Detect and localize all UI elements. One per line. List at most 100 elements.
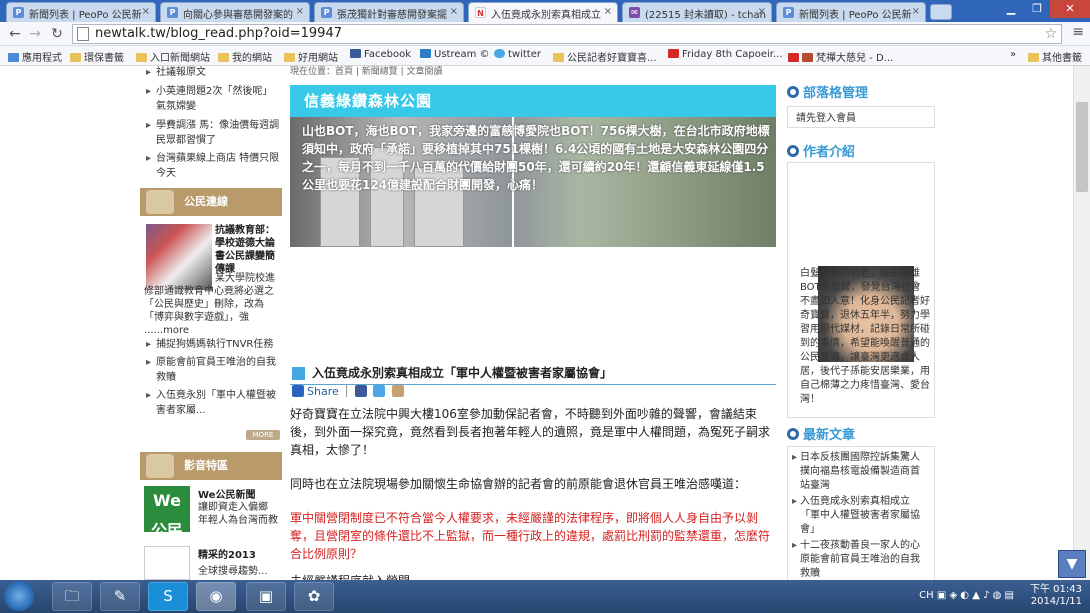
list-item[interactable]: 原能會前官員王唯治的自我救贖: [146, 355, 281, 385]
bookmark-folder[interactable]: 環保書籤: [70, 49, 124, 64]
left-sidebar: 社議報原文 小英連問題2次「然後呢」 氣氛嫦變 學費調漲 馬：像油價每週調 民眾…: [140, 66, 283, 580]
author-box: 白髮智智的初老，經由薦雄BOT案覺醒，發覺台灣社會不盡如人意！化身公民記者好奇寶…: [787, 162, 935, 418]
bookmark-folder[interactable]: 好用網站: [284, 49, 338, 64]
folder-icon: [70, 53, 81, 62]
address-bar[interactable]: newtalk.tw/blog_read.php?oid=19947 ☆: [72, 24, 1062, 44]
twitter-icon: [494, 49, 505, 58]
bookmark-youtube[interactable]: 梵禪大慈兒 - D...: [788, 49, 893, 64]
banner-title: 信義綠鑽森林公園: [304, 92, 433, 110]
scrollbar[interactable]: [1073, 66, 1090, 580]
citizen-link-icon: [146, 190, 174, 214]
tray-icons[interactable]: ▣ ◈ ◐ ▲ ♪ ◍ ▤: [937, 590, 1014, 601]
article-paragraph: 好奇寶寶在立法院中興大樓106室參加動保記者會，不時聽到外面吵雜的聲響，會議結束…: [290, 407, 771, 457]
bookmarks-overflow[interactable]: »: [1010, 49, 1016, 60]
apps-icon: [8, 53, 19, 62]
folder-icon: [218, 53, 229, 62]
close-tab-icon[interactable]: ×: [142, 6, 150, 17]
start-button[interactable]: [4, 581, 34, 611]
more-link[interactable]: more: [163, 325, 189, 336]
scroll-to-top-icon[interactable]: ▼: [1058, 550, 1086, 578]
list-item[interactable]: 台灣蘋果線上商店 特價只限 今天: [146, 151, 281, 181]
peopo-icon: P: [167, 7, 178, 18]
bookmark-facebook[interactable]: Facebook: [350, 49, 411, 60]
twitter-icon[interactable]: [373, 385, 386, 397]
bookmark-apps[interactable]: 應用程式: [8, 49, 62, 64]
facebook-icon[interactable]: [354, 385, 367, 397]
paint-icon[interactable]: ✿: [294, 582, 334, 611]
browser-tab[interactable]: P 張茂獨針對審慈開發案擺 ×: [314, 2, 464, 22]
feature-title[interactable]: 抗議教育部：學校遊德大論書公民課變簡傳課: [215, 224, 281, 276]
breadcrumb: 現在位置：首頁 | 新聞總覽 | 文章閱讀: [290, 67, 443, 77]
folder-icon: [136, 53, 147, 62]
bookmarks-bar: 應用程式 環保書籤 入口新聞網站 我的網站 好用網站 Facebook Ustr…: [0, 46, 1090, 66]
menu-icon[interactable]: ≡: [1072, 24, 1084, 40]
list-item[interactable]: 學費調漲 馬：像油價每週調 民眾都習慣了: [146, 118, 281, 148]
close-tab-icon[interactable]: ×: [912, 6, 920, 17]
scrollbar-thumb[interactable]: [1076, 102, 1088, 192]
main-article: 現在位置：首頁 | 新聞總覽 | 文章閱讀 信義綠鑽森林公園 山也BOT，海也B…: [288, 66, 778, 580]
list-item[interactable]: 捕捉狗媽媽執行TNVR任務: [146, 337, 281, 352]
bookmark-star-icon[interactable]: ☆: [1044, 25, 1057, 43]
new-tab-button[interactable]: [930, 4, 952, 20]
divider: [346, 385, 348, 397]
skype-icon[interactable]: S: [148, 582, 188, 611]
browser-tab[interactable]: P 向關心參與審慈開發案的 ×: [160, 2, 310, 22]
browser-tab-active[interactable]: N 入伍竟成永別索真相成立 ×: [468, 2, 618, 22]
back-icon[interactable]: ←: [6, 25, 24, 43]
app-icon[interactable]: ✎: [100, 582, 140, 611]
newtalk-icon: N: [475, 7, 486, 18]
clock[interactable]: 下午 01:43 2014/1/11: [1030, 584, 1082, 608]
google-thumbnail[interactable]: [144, 546, 190, 580]
minimize-icon[interactable]: ▁: [998, 0, 1024, 18]
more-button[interactable]: MORE: [246, 430, 280, 440]
bookmark-folder[interactable]: 我的網站: [218, 49, 272, 64]
taskbar: 🗀 ✎ S ◉ ▣ ✿ CH ▣ ◈ ◐ ▲ ♪ ◍ ▤ 下午 01:43 20…: [0, 580, 1090, 613]
close-tab-icon[interactable]: ×: [450, 6, 458, 17]
login-link[interactable]: 請先登入會員: [796, 113, 856, 124]
bookmark-twitter[interactable]: twitter: [494, 49, 541, 60]
video-title[interactable]: 精采的2013: [198, 546, 256, 561]
browser-toolbar: ← → ↻ newtalk.tw/blog_read.php?oid=19947…: [0, 22, 1090, 46]
close-tab-icon[interactable]: ×: [604, 6, 612, 17]
plurk-icon[interactable]: [391, 385, 404, 397]
latest-item[interactable]: 十二夜孩動善良一家人的心原能會前官員王唯治的自我救贖: [792, 539, 928, 580]
feature-body: 某大學院校進修部通識教育中心竟將必選之「公民與歷史」刪除，改為「博弈與數字遊戲」…: [144, 273, 275, 336]
browser-tab[interactable]: ✉ (22515 封未讀取) - tchan ×: [622, 2, 772, 22]
bookmark-youtube[interactable]: Friday 8th Capoeir...: [668, 49, 783, 60]
section-header: 作者介紹: [787, 141, 855, 160]
browser-tab[interactable]: P 新聞列表 | PeoPo 公民新 ×: [6, 2, 156, 22]
chrome-icon[interactable]: ◉: [196, 582, 236, 611]
bookmark-ustream[interactable]: Ustream ©: [420, 49, 490, 60]
section-header: 部落格管理: [787, 82, 868, 101]
browser-tab[interactable]: P 新聞列表 | PeoPo 公民新 ×: [776, 2, 926, 22]
mail-icon: ✉: [629, 7, 640, 18]
bookmark-folder[interactable]: 公民記者好寶寶喜...: [553, 49, 657, 64]
list-item[interactable]: 入伍竟永別「軍中人權暨被害者家屬...: [146, 388, 281, 418]
banner[interactable]: 信義綠鑽森林公園 山也BOT，海也BOT，我家旁邊的富慈博愛院也BOT！756棵…: [290, 85, 776, 247]
explorer-icon[interactable]: 🗀: [52, 582, 92, 611]
ring-icon: [787, 428, 799, 440]
list-item[interactable]: 小英連問題2次「然後呢」 氣氛嫦變: [146, 84, 281, 114]
forward-icon[interactable]: →: [26, 25, 44, 43]
close-tab-icon[interactable]: ×: [758, 6, 766, 17]
video-thumbnail[interactable]: We 公民新聞: [144, 486, 190, 570]
section-header: 最新文章: [787, 424, 855, 443]
reload-icon[interactable]: ↻: [48, 25, 66, 43]
share-button[interactable]: Share: [307, 385, 339, 398]
share-icon: [292, 385, 304, 397]
video-title[interactable]: We公民新聞: [198, 486, 255, 501]
bookmark-folder[interactable]: 入口新聞網站: [136, 49, 210, 64]
youtube-icon: [668, 49, 679, 58]
language-indicator[interactable]: CH: [919, 590, 934, 601]
list-item[interactable]: 社議報原文: [146, 66, 281, 80]
latest-item[interactable]: 入伍竟成永別索真相成立「軍中人權暨被害者家屬協會」: [792, 495, 928, 537]
bookmark-other-folder[interactable]: 其他書籤: [1028, 49, 1082, 64]
media-icon[interactable]: ▣: [246, 582, 286, 611]
restore-icon[interactable]: ❐: [1024, 0, 1050, 18]
share-bar: Share: [292, 385, 407, 399]
close-window-icon[interactable]: ✕: [1050, 0, 1090, 18]
peopo-icon: P: [321, 7, 332, 18]
peopo-icon: P: [13, 7, 24, 18]
latest-item[interactable]: 日本反核團國際控訴集驚人撲向福島核電設備製造商首站臺灣: [792, 451, 928, 493]
close-tab-icon[interactable]: ×: [296, 6, 304, 17]
